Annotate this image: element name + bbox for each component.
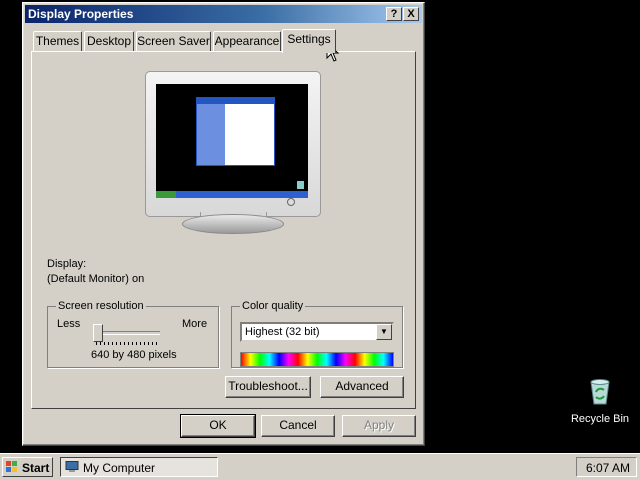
preview-start-button [156, 191, 176, 198]
screen-resolution-title: Screen resolution [56, 300, 146, 312]
preview-taskbar [156, 191, 308, 198]
tab-appearance[interactable]: Appearance [213, 31, 281, 51]
taskbar: Start My Computer 6:07 AM [0, 453, 640, 480]
close-button[interactable]: X [403, 7, 419, 21]
start-button[interactable]: Start [2, 457, 53, 477]
preview-window [196, 97, 275, 166]
computer-icon [65, 461, 79, 472]
task-label: My Computer [83, 461, 156, 475]
recycle-bin-label: Recycle Bin [570, 413, 630, 425]
resolution-slider-track[interactable] [96, 331, 160, 335]
clock[interactable]: 6:07 AM [586, 461, 630, 475]
color-spectrum-bar [240, 352, 394, 367]
resolution-value: 640 by 480 pixels [91, 349, 177, 361]
color-quality-select[interactable]: Highest (32 bit) ▼ [240, 322, 394, 342]
cancel-button[interactable]: Cancel [261, 415, 335, 437]
start-label: Start [22, 461, 50, 475]
display-value: (Default Monitor) on [47, 273, 145, 285]
apply-button[interactable]: Apply [342, 415, 416, 437]
more-label: More [182, 318, 208, 330]
display-properties-window: Display Properties ? X Themes Desktop Sc… [22, 2, 425, 446]
task-my-computer[interactable]: My Computer [60, 457, 218, 477]
tab-screen-saver[interactable]: Screen Saver [136, 31, 211, 51]
resolution-ticks [96, 342, 160, 345]
windows-logo-icon [6, 461, 17, 472]
resolution-slider-thumb[interactable] [93, 324, 103, 342]
ok-button[interactable]: OK [180, 414, 256, 438]
settings-panel: Display: (Default Monitor) on Screen res… [31, 51, 416, 409]
color-quality-value: Highest (32 bit) [245, 326, 320, 338]
chevron-down-icon[interactable]: ▼ [376, 324, 392, 340]
preview-recycle-icon [297, 181, 304, 189]
title-bar[interactable]: Display Properties ? X [25, 5, 422, 23]
color-quality-title: Color quality [240, 300, 306, 312]
power-light-icon [287, 198, 295, 206]
tab-settings[interactable]: Settings [282, 29, 336, 53]
tab-themes[interactable]: Themes [33, 31, 82, 51]
recycle-bin-icon [590, 379, 610, 405]
tab-desktop[interactable]: Desktop [84, 31, 134, 51]
monitor-preview [145, 71, 321, 217]
less-label: Less [57, 318, 81, 330]
window-title: Display Properties [28, 7, 134, 21]
color-quality-group: Color quality Highest (32 bit) ▼ [231, 300, 403, 368]
display-label: Display: [47, 258, 87, 270]
recycle-bin-desktop-icon[interactable]: Recycle Bin [568, 376, 632, 425]
troubleshoot-button[interactable]: Troubleshoot... [225, 376, 311, 398]
help-button[interactable]: ? [386, 7, 402, 21]
monitor-screen [156, 84, 308, 198]
advanced-button[interactable]: Advanced [320, 376, 404, 398]
system-tray: 6:07 AM [576, 457, 637, 477]
screen-resolution-group: Screen resolution Less More 640 by 480 p… [47, 300, 219, 368]
monitor-stand [182, 214, 284, 234]
